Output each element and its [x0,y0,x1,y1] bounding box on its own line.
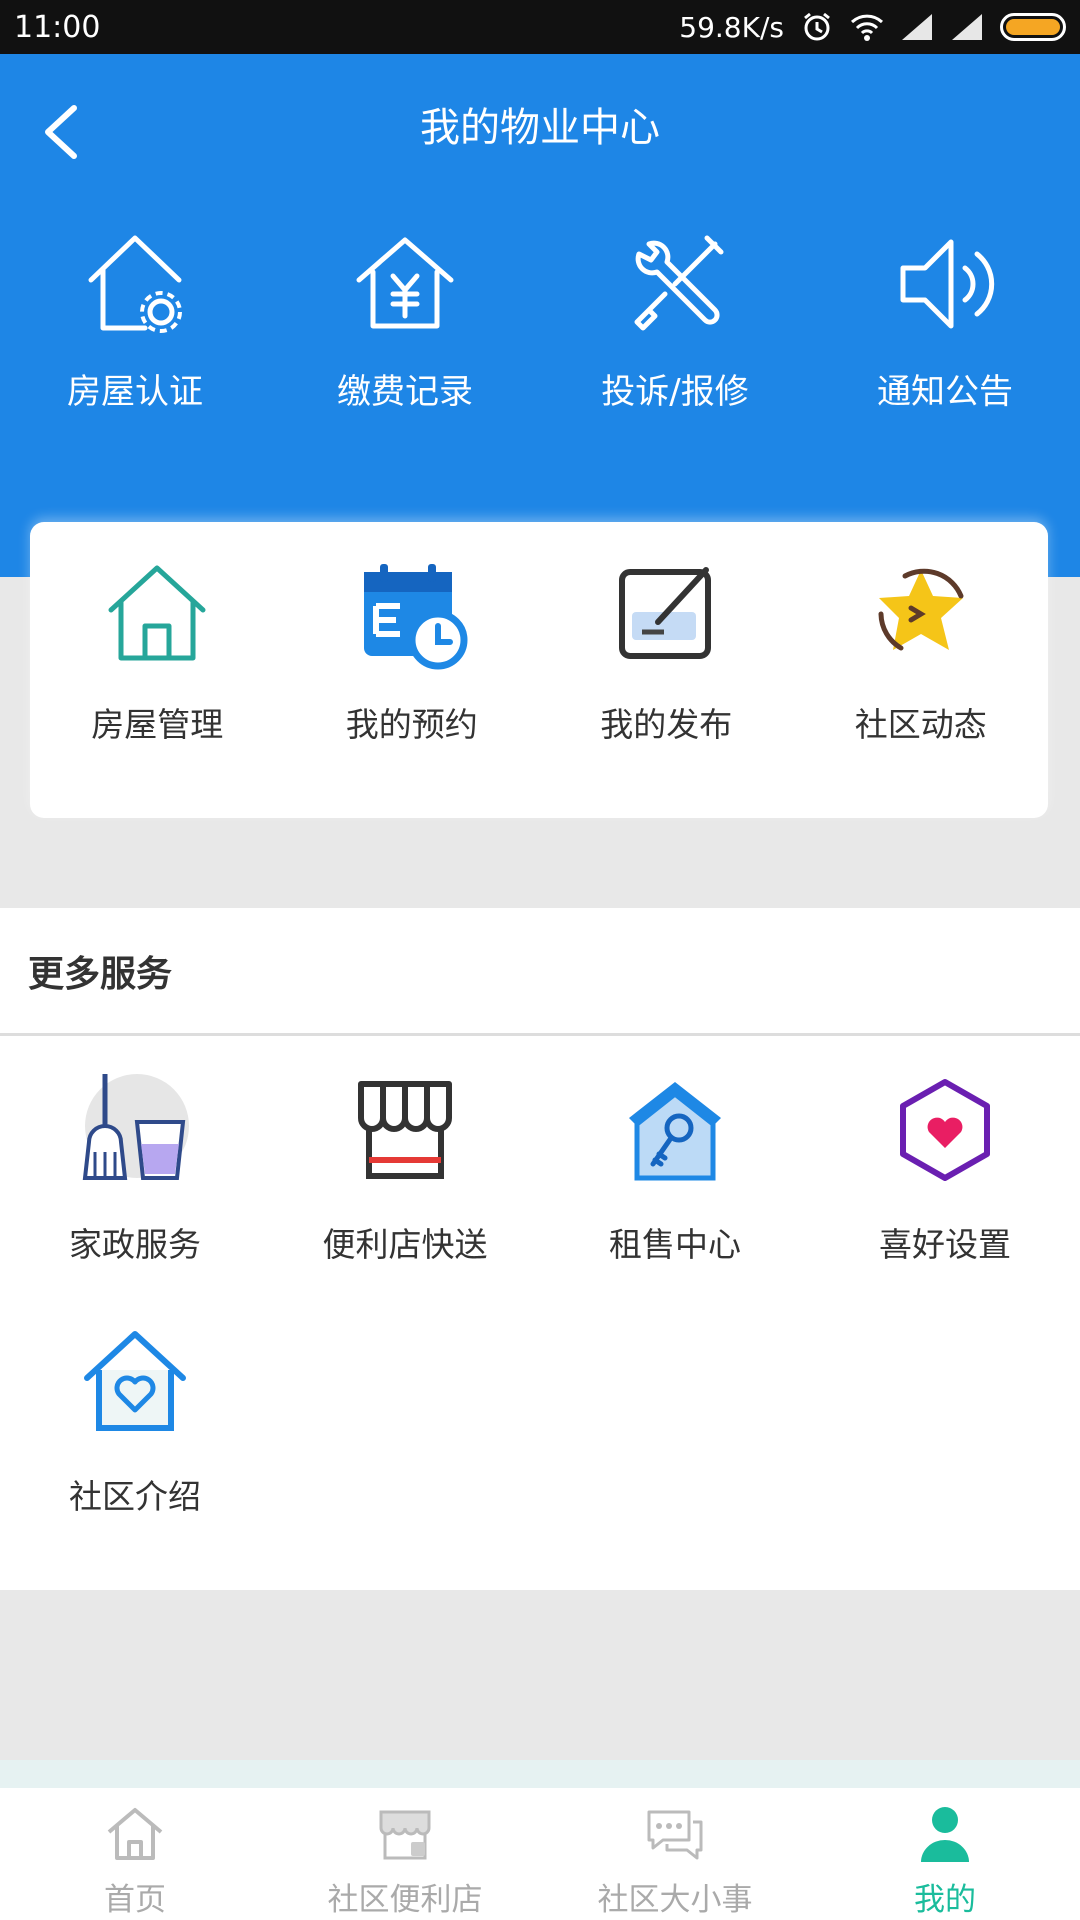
house-yen-icon [356,237,454,329]
tab-community-affairs[interactable]: 社区大小事 [540,1788,810,1920]
house-certify-button[interactable]: 房屋认证 [0,224,270,413]
signal-icon-2 [952,14,982,40]
more-services-grid: 家政服务 便利店快送 租售中心 喜好设置 社区介绍 [0,1036,1080,1576]
calendar-clock-icon [363,564,468,670]
quick-actions-card: 房屋管理 我的预约 我的发布 社区动态 [30,522,1048,818]
tabbar-divider [0,1760,1080,1788]
preferences-button[interactable]: 喜好设置 [810,1072,1080,1324]
community-news-label: 社区动态 [854,705,987,744]
house-icon [108,565,206,661]
community-intro-label: 社区介绍 [69,1477,201,1516]
housekeeping-label: 家政服务 [69,1225,201,1264]
shop-icon [379,1810,431,1860]
tab-community-affairs-label: 社区大小事 [597,1882,753,1918]
notice-button[interactable]: 通知公告 [810,224,1080,413]
tab-mine[interactable]: 我的 [810,1788,1080,1920]
rental-center-button[interactable]: 租售中心 [540,1072,810,1324]
tab-community-store-label: 社区便利店 [327,1882,483,1918]
status-right: 59.8K/s [679,11,1066,44]
edit-icon [619,567,712,659]
header: 我的物业中心 房屋认证 缴费记录 投诉/报修 通知公告 [0,54,1080,577]
status-time: 11:00 [14,9,101,45]
tab-mine-label: 我的 [914,1882,976,1918]
notice-label: 通知公告 [877,372,1013,412]
house-certify-label: 房屋认证 [67,372,203,412]
alarm-icon [804,12,830,41]
preferences-label: 喜好设置 [879,1225,1011,1264]
community-intro-button[interactable]: 社区介绍 [0,1324,270,1576]
payment-records-label: 缴费记录 [337,372,473,412]
speaker-icon [900,239,995,329]
more-services-title: 更多服务 [0,908,1080,1036]
battery-icon [1000,13,1066,41]
house-gear-icon [88,235,182,333]
payment-records-button[interactable]: 缴费记录 [270,224,540,413]
house-manage-label: 房屋管理 [91,705,224,744]
house-heart-icon [84,1331,186,1431]
my-appointments-button[interactable]: 我的预约 [285,558,540,818]
bottom-tabbar: 首页 社区便利店 社区大小事 我的 [0,1788,1080,1920]
chat-bubbles-icon [647,1810,703,1860]
status-bar: 11:00 59.8K/s [0,0,1080,54]
my-posts-label: 我的发布 [600,705,733,744]
complaint-repair-button[interactable]: 投诉/报修 [540,224,810,413]
tools-icon [634,235,724,331]
wifi-icon [850,14,884,41]
hexagon-heart-icon [900,1079,990,1181]
complaint-repair-label: 投诉/报修 [601,372,749,412]
chat-star-icon [878,568,964,651]
my-appointments-label: 我的预约 [345,705,478,744]
my-posts-button[interactable]: 我的发布 [539,558,794,818]
tab-community-store[interactable]: 社区便利店 [270,1788,540,1920]
signal-icon [902,14,932,40]
tab-home[interactable]: 首页 [0,1788,270,1920]
store-delivery-label: 便利店快送 [322,1225,488,1264]
page-title: 我的物业中心 [420,105,660,151]
store-delivery-button[interactable]: 便利店快送 [270,1072,540,1324]
house-manage-button[interactable]: 房屋管理 [30,558,285,818]
housekeeping-button[interactable]: 家政服务 [0,1072,270,1324]
house-key-icon [629,1082,721,1181]
top-actions: 房屋认证 缴费记录 投诉/报修 通知公告 [0,224,1080,413]
broom-bucket-icon [82,1074,189,1180]
tab-home-label: 首页 [104,1882,166,1918]
store-icon [358,1081,452,1179]
home-icon [107,1808,163,1860]
more-services-section: 更多服务 家政服务 便利店快送 租售中心 喜好设置 社区介绍 [0,908,1080,1590]
community-news-button[interactable]: 社区动态 [794,558,1049,818]
person-icon [921,1807,969,1862]
rental-center-label: 租售中心 [609,1225,741,1264]
network-speed: 59.8K/s [679,10,784,44]
